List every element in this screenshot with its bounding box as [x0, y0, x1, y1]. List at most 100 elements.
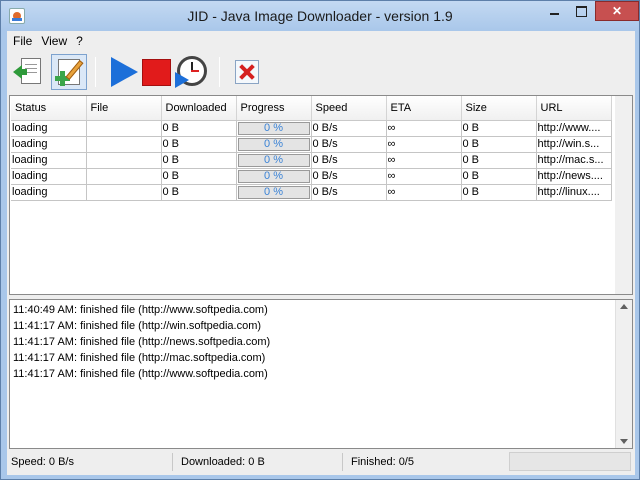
cell-size: 0 B [461, 152, 537, 169]
cell-progress: 0 % [236, 120, 312, 137]
log-scrollbar[interactable] [615, 300, 632, 448]
menu-bar: File View ? [7, 31, 635, 51]
cell-eta: ∞ [386, 168, 462, 185]
progress-label: 0 % [264, 121, 283, 134]
menu-file[interactable]: File [13, 34, 32, 48]
column-header-progress[interactable]: Progress [236, 96, 312, 121]
cell-status: loading [11, 184, 87, 201]
log-line: 11:41:17 AM: finished file (http://win.s… [13, 320, 262, 332]
column-header-downloaded[interactable]: Downloaded [161, 96, 237, 121]
progress-label: 0 % [264, 169, 283, 182]
column-header-file[interactable]: File [86, 96, 162, 121]
add-download-button[interactable] [51, 54, 87, 90]
scroll-up-icon[interactable] [620, 304, 628, 309]
title-bar[interactable]: JID - Java Image Downloader - version 1.… [1, 1, 639, 31]
log-line: 11:40:49 AM: finished file (http://www.s… [13, 304, 268, 316]
menu-view[interactable]: View [41, 34, 67, 48]
progress-label: 0 % [264, 137, 283, 150]
cell-progress: 0 % [236, 184, 312, 201]
column-header-speed[interactable]: Speed [311, 96, 387, 121]
log-line: 11:41:17 AM: finished file (http://www.s… [13, 368, 268, 380]
progress-label: 0 % [264, 185, 283, 198]
cell-downloaded: 0 B [161, 152, 237, 169]
cell-progress: 0 % [236, 168, 312, 185]
import-file-button[interactable] [11, 54, 47, 90]
cell-speed: 0 B/s [311, 136, 387, 153]
cell-url: http://news.... [536, 168, 612, 185]
downloads-table-panel: Status File Downloaded Progress Speed ET… [9, 95, 633, 295]
scroll-down-icon[interactable] [620, 439, 628, 444]
cell-url: http://linux.... [536, 184, 612, 201]
column-header-status[interactable]: Status [11, 96, 87, 121]
minimize-button[interactable] [541, 1, 567, 21]
overall-progress-bar [509, 452, 631, 471]
cell-file [86, 152, 162, 169]
table-row[interactable]: loading 0 B0 % 0 B/s ∞ 0 Bhttp://win.s... [11, 136, 612, 153]
cell-status: loading [11, 168, 87, 185]
table-row[interactable]: loading 0 B0 % 0 B/s ∞ 0 Bhttp://mac.s... [11, 152, 612, 169]
progress-bar: 0 % [237, 153, 310, 167]
progress-bar: 0 % [237, 137, 310, 151]
status-bar: Speed: 0 B/s Downloaded: 0 B Finished: 0… [7, 451, 635, 473]
table-header: Status File Downloaded Progress Speed ET… [11, 96, 612, 121]
toolbar: SOFTPEDIA [7, 51, 635, 131]
toolbar-separator [95, 57, 96, 87]
downloads-table: Status File Downloaded Progress Speed ET… [11, 96, 612, 201]
status-speed: Speed: 0 B/s [7, 453, 173, 471]
status-downloaded: Downloaded: 0 B [177, 453, 343, 471]
client-area: File View ? Status File Downloaded Progr… [7, 31, 635, 475]
menu-help[interactable]: ? [76, 34, 83, 48]
scheduler-button[interactable] [175, 54, 211, 90]
play-icon [111, 57, 138, 87]
column-header-size[interactable]: Size [461, 96, 537, 121]
status-finished: Finished: 0/5 [351, 456, 414, 468]
delete-button[interactable] [229, 54, 265, 90]
cell-size: 0 B [461, 120, 537, 137]
table-row[interactable]: loading 0 B0 % 0 B/s ∞ 0 Bhttp://news.... [11, 168, 612, 185]
cell-eta: ∞ [386, 152, 462, 169]
cell-downloaded: 0 B [161, 184, 237, 201]
log-line: 11:41:17 AM: finished file (http://mac.s… [13, 352, 266, 364]
cell-url: http://win.s... [536, 136, 612, 153]
cell-status: loading [11, 136, 87, 153]
cell-file [86, 184, 162, 201]
cell-downloaded: 0 B [161, 136, 237, 153]
start-button[interactable] [105, 54, 141, 90]
stop-button[interactable] [139, 54, 175, 90]
cell-eta: ∞ [386, 136, 462, 153]
cell-speed: 0 B/s [311, 184, 387, 201]
cell-status: loading [11, 120, 87, 137]
progress-label: 0 % [264, 153, 283, 166]
cell-downloaded: 0 B [161, 168, 237, 185]
close-button[interactable]: ✕ [595, 1, 639, 21]
app-window: JID - Java Image Downloader - version 1.… [0, 0, 640, 480]
log-panel: 11:40:49 AM: finished file (http://www.s… [9, 299, 633, 449]
cell-speed: 0 B/s [311, 152, 387, 169]
cell-eta: ∞ [386, 120, 462, 137]
cell-url: http://www.... [536, 120, 612, 137]
cell-size: 0 B [461, 184, 537, 201]
cell-progress: 0 % [236, 152, 312, 169]
table-scroll-area [615, 96, 632, 294]
cell-file [86, 168, 162, 185]
maximize-button[interactable] [568, 1, 594, 21]
cell-size: 0 B [461, 168, 537, 185]
progress-bar: 0 % [237, 121, 310, 135]
cell-size: 0 B [461, 136, 537, 153]
cell-url: http://mac.s... [536, 152, 612, 169]
log-line: 11:41:17 AM: finished file (http://news.… [13, 336, 271, 348]
progress-bar: 0 % [237, 169, 310, 183]
cell-file [86, 136, 162, 153]
cell-downloaded: 0 B [161, 120, 237, 137]
cell-file [86, 120, 162, 137]
column-header-url[interactable]: URL [536, 96, 612, 121]
table-row[interactable]: loading 0 B0 % 0 B/s ∞ 0 Bhttp://www.... [11, 120, 612, 137]
cell-speed: 0 B/s [311, 120, 387, 137]
cell-status: loading [11, 152, 87, 169]
toolbar-separator [219, 57, 220, 87]
column-header-eta[interactable]: ETA [386, 96, 462, 121]
stop-icon [142, 59, 171, 86]
progress-bar: 0 % [237, 185, 310, 199]
table-row[interactable]: loading 0 B0 % 0 B/s ∞ 0 Bhttp://linux.... [11, 184, 612, 201]
cell-speed: 0 B/s [311, 168, 387, 185]
